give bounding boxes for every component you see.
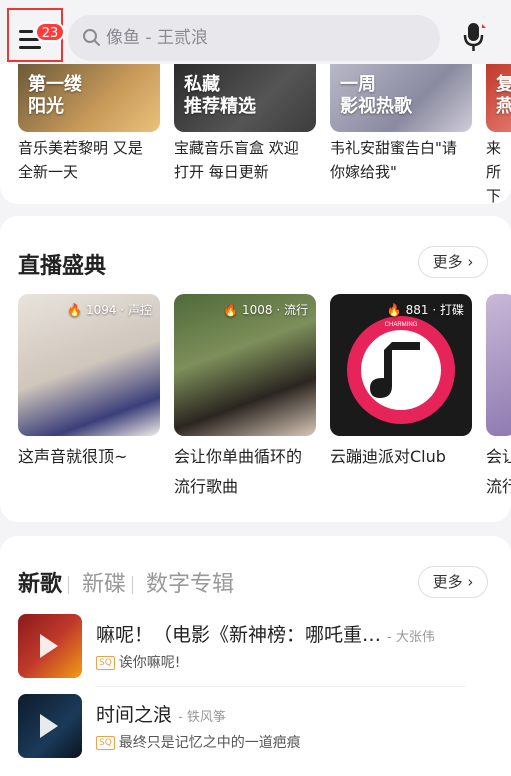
live-more-button[interactable]: 更多 › <box>418 246 488 278</box>
live-tile[interactable]: 🔥 1094 · 声控 <box>18 294 160 436</box>
sq-badge: SQ <box>96 656 115 670</box>
more-label: 更多 <box>432 573 463 591</box>
more-label: 更多 <box>432 253 463 271</box>
search-placeholder: 像鱼 - 王贰浪 <box>106 28 208 48</box>
playlist-caption[interactable]: 宝藏音乐盲盒 欢迎 打开 每日更新 <box>174 136 299 184</box>
tab-new-albums[interactable]: 新碟 <box>82 566 126 598</box>
playlist-tile-subtitle: 推荐精选 <box>184 96 256 117</box>
svg-text:CHARMING: CHARMING <box>385 322 418 328</box>
live-section: 直播盛典 更多 › 🔥 1094 · 声控 🔥 1008 · 流行 CHARMI… <box>0 216 511 522</box>
playlist-tile[interactable]: 复燕 <box>486 64 511 132</box>
playlist-caption[interactable]: 韦礼安甜蜜告白"请 你嫁给我" <box>330 136 457 184</box>
live-caption[interactable]: 会让你单曲循环的 流行歌曲 <box>174 442 322 502</box>
playlist-tile[interactable]: 私藏 推荐精选 <box>174 64 316 132</box>
search-bar[interactable]: 像鱼 - 王贰浪 <box>68 15 440 61</box>
song-subtitle: SQ 最终只是记忆之中的一道疤痕 <box>96 732 301 752</box>
song-subtitle: SQ 诶你嘛呢! <box>96 652 180 672</box>
microphone-icon[interactable] <box>462 22 488 52</box>
playlist-tile[interactable]: 第一缕 阳光 <box>18 64 160 132</box>
playlist-caption[interactable]: 来所下 <box>486 136 511 208</box>
section-title: 直播盛典 <box>18 254 107 279</box>
live-caption[interactable]: 云蹦迪派对Club <box>330 442 478 472</box>
playlist-tile-subtitle: 燕 <box>496 96 511 117</box>
playlist-tile-title: 私藏 <box>184 74 220 95</box>
chevron-right-icon: › <box>467 253 474 271</box>
tab-new-songs[interactable]: 新歌 <box>18 566 62 598</box>
playlist-caption[interactable]: 音乐美若黎明 又是 全新一天 <box>18 136 143 184</box>
tab-digital-albums[interactable]: 数字专辑 <box>146 566 234 598</box>
fire-icon: 🔥 <box>67 303 83 317</box>
chevron-right-icon: › <box>467 573 474 591</box>
fire-icon: 🔥 <box>386 303 402 317</box>
playlist-tile-title: 第一缕 <box>28 74 82 95</box>
new-songs-section: 新歌 新碟 数字专辑 更多 › 嘛呢！（电影《新神榜：哪吒重… - 大张伟 SQ… <box>0 536 511 776</box>
search-icon <box>83 29 100 46</box>
song-cover <box>18 614 82 678</box>
song-title: 嘛呢！（电影《新神榜：哪吒重… - 大张伟 <box>96 624 435 646</box>
fire-icon: 🔥 <box>223 303 239 317</box>
sq-badge: SQ <box>96 736 115 750</box>
live-caption[interactable]: 这声音就很顶~ <box>18 442 166 472</box>
song-cover <box>18 694 82 758</box>
playlist-tile-title: 复 <box>496 74 511 95</box>
playlist-card: 第一缕 阳光 私藏 推荐精选 一周 影视热歌 复燕 音乐美若黎明 又是 全新一天 宝藏音… <box>0 64 511 205</box>
song-tabs: 新歌 新碟 数字专辑 <box>18 566 240 598</box>
live-meta: 🔥 1008 · 流行 <box>223 303 308 317</box>
playlist-tile-subtitle: 影视热歌 <box>340 96 412 117</box>
divider <box>96 686 466 687</box>
song-title: 时间之浪 - 铁风筝 <box>96 704 226 726</box>
playlist-tile-title: 一周 <box>340 74 376 95</box>
live-meta: 🔥 1094 · 声控 <box>67 303 152 317</box>
live-tile[interactable]: CHARMING 🔥 881 · 打碟 <box>330 294 472 436</box>
play-icon <box>40 634 58 658</box>
live-tile[interactable] <box>486 294 511 436</box>
live-tile[interactable]: 🔥 1008 · 流行 <box>174 294 316 436</box>
top-bar: 23 像鱼 - 王贰浪 <box>0 0 511 70</box>
live-meta: 🔥 881 · 打碟 <box>386 303 464 317</box>
playlist-tile[interactable]: 一周 影视热歌 <box>330 64 472 132</box>
menu-button[interactable]: 23 <box>7 8 65 62</box>
play-icon <box>40 714 58 738</box>
playlist-tile-subtitle: 阳光 <box>28 96 64 117</box>
song-row[interactable]: 嘛呢！（电影《新神榜：哪吒重… - 大张伟 SQ 诶你嘛呢! <box>18 614 478 680</box>
live-caption[interactable]: 会让 流行 <box>486 442 511 502</box>
songs-more-button[interactable]: 更多 › <box>418 566 488 598</box>
song-row[interactable]: 时间之浪 - 铁风筝 SQ 最终只是记忆之中的一道疤痕 <box>18 694 478 760</box>
notification-badge: 23 <box>35 22 65 42</box>
